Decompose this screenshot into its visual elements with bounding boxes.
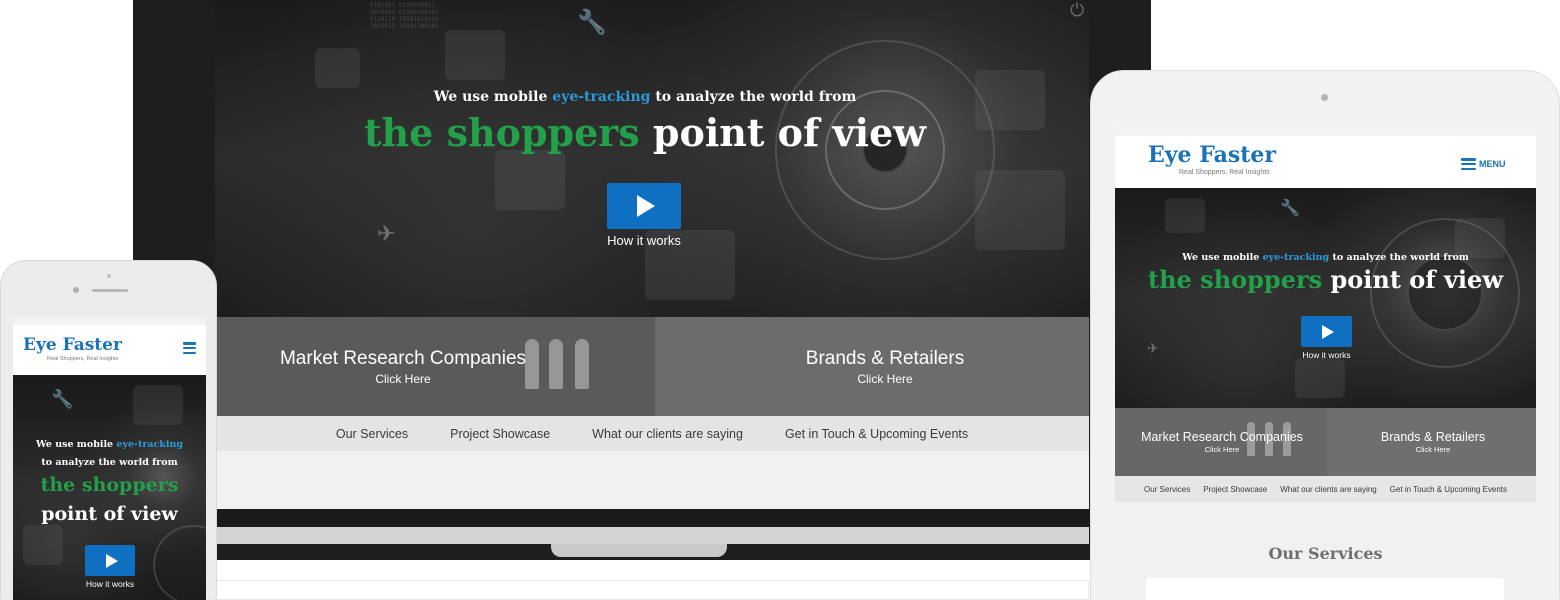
play-button[interactable] [1301,316,1352,347]
airplane-icon: ✈ [377,222,396,247]
logo[interactable]: Eye Faster [23,335,122,355]
hero-intro-prefix: We use mobile [433,89,553,105]
play-icon [105,553,118,568]
tablet-hero: 🔧 ✈ We use mobile eye-tracking to analyz… [1115,188,1536,408]
nav-item-clients[interactable]: What our clients are saying [1280,485,1377,494]
decor-tile [445,30,505,80]
hero-headline: the shoppers point of view [1115,265,1536,294]
airplane-icon: ✈ [1147,341,1159,357]
site-header: Eye Faster Real Shoppers, Real Insights … [1115,136,1536,188]
segment-subtitle: Click Here [1204,445,1240,454]
headline-green: the shoppers [40,474,179,496]
power-icon: ⏻ [1070,0,1085,21]
segment-title: Brands & Retailers [805,348,965,369]
wrench-icon: 🔧 [1280,198,1300,217]
segment-brands-retailers[interactable]: Brands & Retailers Click Here [775,348,995,386]
laptop-hero: 0101101 0110010011 1010011 01100100101 0… [215,0,1089,317]
hero-intro: We use mobile eye-tracking to analyze th… [13,436,206,472]
nav-item-project-showcase[interactable]: Project Showcase [450,427,550,441]
laptop-lower-panel [215,580,1089,600]
decor-tile [23,525,63,565]
hero-intro: We use mobile eye-tracking to analyze th… [215,89,1075,105]
main-nav: Our Services Project Showcase What our c… [215,416,1089,451]
nav-item-project-showcase[interactable]: Project Showcase [1203,485,1267,494]
section-title: Our Services [1268,544,1383,563]
logo[interactable]: Eye Faster [1148,142,1276,168]
wrench-icon: 🔧 [51,389,74,410]
play-icon [1322,324,1334,339]
menu-button[interactable]: MENU [1479,159,1506,169]
segment-title: Brands & Retailers [1380,430,1486,444]
nav-item-clients[interactable]: What our clients are saying [592,427,743,441]
hero-intro-prefix: We use mobile [35,439,117,450]
hero-intro: We use mobile eye-tracking to analyze th… [1115,252,1536,263]
play-button[interactable] [607,183,681,229]
nav-item-our-services[interactable]: Our Services [1144,485,1190,494]
phone-hero: 🔧 We use mobile eye-tracking to analyze … [13,375,206,600]
headline-green: the shoppers [363,110,640,155]
hero-headline: the shoppers point of view [215,110,1075,155]
tablet-screen: Eye Faster Real Shoppers, Real Insights … [1115,124,1536,600]
decor-tile [495,150,565,210]
hero-intro-prefix: We use mobile [1182,252,1263,263]
decor-tile [133,385,183,425]
hero-intro-highlight: eye-tracking [1262,252,1330,263]
phone-speaker [92,289,128,292]
logo-tagline: Real Shoppers, Real Insights [47,356,119,362]
person-icon [549,339,563,389]
binary-digits-decoration: 0101101 0110010011 1010011 01100100101 0… [370,2,439,30]
audience-segments: Market Research Companies Click Here Bra… [1115,408,1536,476]
logo-tagline: Real Shoppers, Real Insights [1179,169,1270,176]
play-button[interactable] [85,545,135,576]
decor-tile [1295,358,1345,398]
laptop-base [215,527,1089,544]
main-nav: Our Services Project Showcase What our c… [1115,476,1536,502]
phone-camera [73,287,79,293]
headline-white: point of view [1330,265,1503,294]
hero-intro-highlight: eye-tracking [552,89,651,105]
nav-item-our-services[interactable]: Our Services [336,427,408,441]
hamburger-icon[interactable] [183,342,196,354]
headline-white: point of view [41,503,178,525]
hero-intro-suffix: to analyze the world from [1329,252,1469,263]
headline-white: point of view [652,110,926,155]
segment-title: Market Research Companies [1141,430,1303,444]
how-it-works-link[interactable]: How it works [69,579,151,589]
laptop-notch [551,544,727,557]
eye-ring [153,525,206,600]
hero-intro-suffix: to analyze the world from [41,457,178,468]
how-it-works-link[interactable]: How it works [594,233,694,248]
segment-market-research[interactable]: Market Research Companies Click Here [1127,430,1317,454]
nav-item-get-in-touch[interactable]: Get in Touch & Upcoming Events [785,427,968,441]
nav-item-get-in-touch[interactable]: Get in Touch & Upcoming Events [1390,485,1507,494]
segment-subtitle: Click Here [375,372,431,386]
hamburger-icon[interactable] [1461,158,1476,170]
wrench-icon: 🔧 [577,8,607,36]
site-header: Eye Faster Real Shoppers, Real Insights [13,325,206,375]
status-strip [1115,124,1536,136]
decor-tile [1165,198,1205,233]
segment-brands-retailers[interactable]: Brands & Retailers Click Here [1363,430,1503,454]
phone-sensor [107,274,111,278]
segment-market-research[interactable]: Market Research Companies Click Here [273,348,533,386]
segment-subtitle: Click Here [1415,445,1451,454]
hero-headline: the shoppers point of view [13,471,206,529]
segment-title: Market Research Companies [279,348,527,369]
segment-subtitle: Click Here [857,372,913,386]
content-area [215,451,1089,509]
decor-tile [315,48,360,88]
tablet-camera [1321,94,1328,101]
play-icon [637,195,655,217]
how-it-works-link[interactable]: How it works [1286,350,1367,360]
person-icon [575,339,589,389]
dark-strip [215,509,1089,527]
laptop-screen: 0101101 0110010011 1010011 01100100101 0… [215,0,1089,527]
audience-segments: Market Research Companies Click Here Bra… [215,317,1089,416]
hero-intro-highlight: eye-tracking [116,439,184,450]
hero-intro-suffix: to analyze the world from [650,89,857,105]
phone-screen: Eye Faster Real Shoppers, Real Insights … [13,317,206,600]
service-card[interactable] [1146,578,1504,600]
headline-green: the shoppers [1148,265,1323,294]
status-strip [13,317,206,325]
